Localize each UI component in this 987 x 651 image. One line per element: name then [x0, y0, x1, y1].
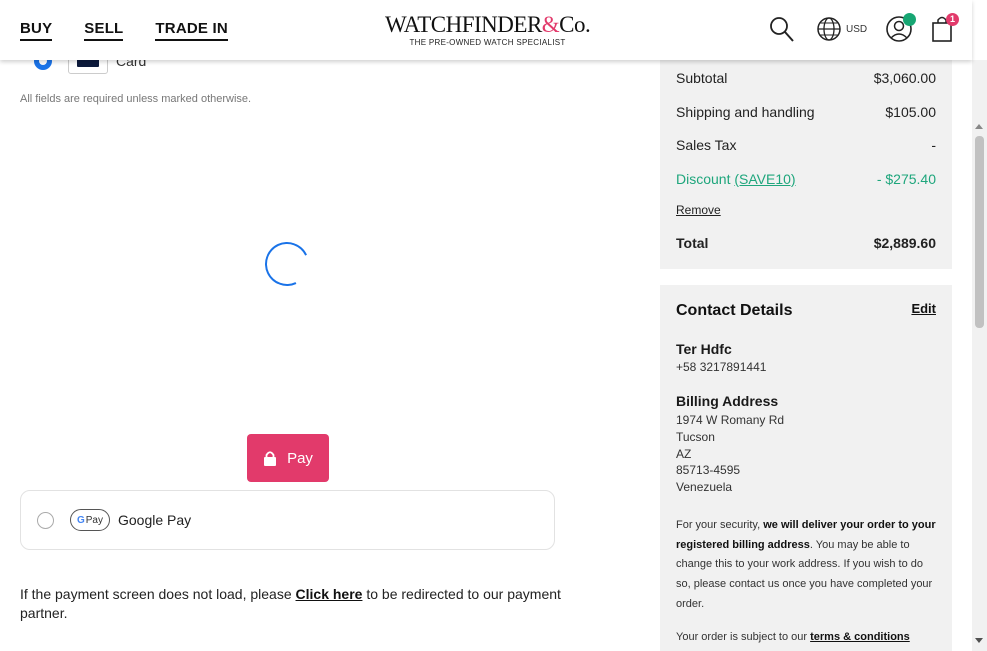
loading-spinner-icon	[258, 235, 316, 293]
shipping-label: Shipping and handling	[676, 104, 815, 120]
nav-sell[interactable]: SELL	[84, 20, 124, 41]
google-pay-radio[interactable]	[37, 511, 54, 529]
total-label: Total	[676, 235, 709, 251]
pay-button[interactable]: Pay	[247, 434, 329, 482]
pay-button-label: Pay	[287, 449, 313, 467]
redirect-text-before: If the payment screen does not load, ple…	[20, 586, 296, 602]
nav-buy[interactable]: BUY	[20, 20, 53, 41]
address-line: Venezuela	[676, 480, 733, 495]
page-scrollbar[interactable]	[972, 60, 987, 651]
discount-value: - $275.40	[876, 171, 936, 187]
logo-ampersand: &	[541, 12, 560, 37]
google-pay-logo-icon: G Pay	[70, 509, 110, 531]
address-line: 85713-4595	[676, 463, 741, 478]
sales-tax-label: Sales Tax	[676, 137, 737, 153]
edit-contact-link[interactable]: Edit	[911, 301, 936, 316]
scroll-up-arrow-icon[interactable]	[975, 124, 983, 129]
cart-count-badge: 1	[946, 13, 959, 26]
nav-trade-in[interactable]: TRADE IN	[155, 20, 228, 41]
search-icon[interactable]	[768, 14, 796, 49]
billing-address-title: Billing Address	[676, 393, 779, 409]
sales-tax-value: -	[931, 137, 936, 153]
discount-label: Discount	[676, 171, 731, 187]
required-fields-note: All fields are required unless marked ot…	[20, 93, 252, 105]
discount-code-link[interactable]: (SAVE10)	[734, 171, 795, 187]
main-nav: BUY SELL TRADE IN	[20, 20, 228, 41]
currency-label[interactable]: USD	[846, 24, 867, 35]
remove-discount-link[interactable]: Remove	[676, 203, 721, 217]
total-row: Total $2,889.60	[676, 235, 936, 251]
discount-row: Discount (SAVE10) - $275.40	[676, 171, 936, 187]
total-value: $2,889.60	[873, 235, 936, 251]
subtotal-row: Subtotal $3,060.00	[676, 70, 936, 86]
contact-phone: +58 3217891441	[676, 360, 767, 374]
contact-name: Ter Hdfc	[676, 341, 732, 357]
site-header: BUY SELL TRADE IN WATCHFINDER&Co. THE PR…	[0, 0, 972, 60]
site-logo[interactable]: WATCHFINDER&Co. THE PRE-OWNED WATCH SPEC…	[385, 12, 591, 48]
subtotal-label: Subtotal	[676, 70, 728, 86]
address-line: Tucson	[676, 429, 715, 444]
terms-link[interactable]: terms & conditions	[810, 631, 910, 643]
contact-details-panel: Contact Details Edit Ter Hdfc +58 321789…	[660, 285, 952, 651]
account-status-badge	[903, 13, 916, 26]
click-here-link[interactable]: Click here	[296, 586, 363, 602]
lock-icon	[264, 450, 277, 466]
security-note: For your security, we will deliver your …	[676, 516, 938, 615]
gpay-logo-g: G	[76, 514, 85, 526]
google-pay-label: Google Pay	[118, 512, 192, 528]
contact-details-title: Contact Details	[676, 302, 793, 319]
subtotal-value: $3,060.00	[873, 70, 936, 86]
redirect-note: If the payment screen does not load, ple…	[20, 585, 570, 623]
terms-text: Your order is subject to our	[676, 631, 811, 643]
sales-tax-row: Sales Tax -	[676, 137, 936, 153]
address-line: AZ	[676, 446, 692, 461]
terms-note: Your order is subject to our terms & con…	[676, 631, 910, 643]
shipping-row: Shipping and handling $105.00	[676, 104, 936, 120]
logo-text-1: WATCHFINDER	[385, 12, 542, 37]
logo-text-2: Co.	[559, 12, 591, 37]
logo-tagline: THE PRE-OWNED WATCH SPECIALIST	[409, 38, 566, 47]
address-line: 1974 W Romany Rd	[676, 413, 785, 427]
order-summary-panel: Subtotal $3,060.00 Shipping and handling…	[660, 50, 952, 269]
google-pay-option[interactable]: G Pay Google Pay	[20, 490, 555, 550]
security-text-pre: For your security,	[676, 519, 764, 531]
globe-icon[interactable]	[816, 14, 844, 49]
shipping-value: $105.00	[885, 104, 936, 120]
scroll-down-arrow-icon[interactable]	[975, 638, 983, 643]
scroll-thumb[interactable]	[975, 136, 984, 328]
billing-address: 1974 W Romany Rd Tucson AZ 85713-4595 Ve…	[676, 412, 784, 496]
gpay-logo-text: Pay	[85, 514, 103, 526]
